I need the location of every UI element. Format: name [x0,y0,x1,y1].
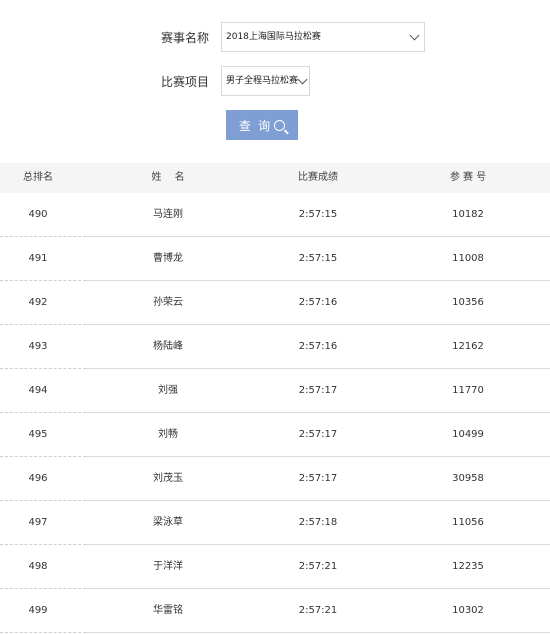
search-icon [274,120,286,131]
rank-cell: 499 [28,605,48,616]
table-row: 493 杨陆峰 2:57:16 12162 [0,325,550,369]
row-divider [86,632,550,633]
rank-cell: 492 [28,297,48,308]
name-cell: 孙荣云 [153,297,183,308]
table-row: 498 于洋洋 2:57:21 12235 [0,545,550,589]
category-filter-row: 比赛项目 男子全程马拉松赛 [0,66,550,98]
bib-cell: 10302 [452,605,484,616]
bib-cell: 10499 [452,429,484,440]
time-cell: 2:57:15 [298,209,338,220]
bib-cell: 11008 [452,253,484,264]
header-time: 比赛成绩 [298,172,338,183]
name-cell: 曹博龙 [153,253,183,264]
results-table-header: 总排名 姓 名 比赛成绩 参 赛 号 [0,163,550,193]
rank-cell: 498 [28,561,48,572]
time-cell: 2:57:21 [298,605,338,616]
rank-cell: 490 [28,209,48,220]
rank-cell: 497 [28,517,48,528]
rank-cell: 493 [28,341,48,352]
name-cell: 于洋洋 [153,561,183,572]
time-cell: 2:57:15 [298,253,338,264]
category-select-value: 男子全程马拉松赛 [226,76,299,86]
event-select-value: 2018上海国际马拉松赛 [226,32,321,42]
chevron-down-icon [297,67,308,95]
bib-cell: 10182 [452,209,484,220]
time-cell: 2:57:17 [298,385,338,396]
category-label: 比赛项目 [160,75,209,89]
time-cell: 2:57:18 [298,517,338,528]
bib-cell: 12235 [452,561,484,572]
table-row: 492 孙荣云 2:57:16 10356 [0,281,550,325]
time-cell: 2:57:17 [298,429,338,440]
name-cell: 刘茂玉 [153,473,183,484]
event-label: 赛事名称 [160,31,209,45]
search-button-label: 查 询 [238,119,273,133]
time-cell: 2:57:16 [298,341,338,352]
table-row: 497 梁泳草 2:57:18 11056 [0,501,550,545]
rank-cell: 495 [28,429,48,440]
header-bib: 参 赛 号 [449,172,487,183]
header-rank: 总排名 [23,172,53,183]
name-cell: 刘强 [158,385,178,396]
time-cell: 2:57:17 [298,473,338,484]
row-divider [0,632,86,633]
table-row: 494 刘强 2:57:17 11770 [0,369,550,413]
bib-cell: 11056 [452,517,484,528]
category-select[interactable]: 男子全程马拉松赛 [221,66,310,96]
name-cell: 梁泳草 [153,517,183,528]
time-cell: 2:57:16 [298,297,338,308]
table-row: 491 曹博龙 2:57:15 11008 [0,237,550,281]
time-cell: 2:57:21 [298,561,338,572]
bib-cell: 11770 [452,385,484,396]
name-cell: 马连刚 [153,209,183,220]
bib-cell: 30958 [452,473,484,484]
table-row: 495 刘畅 2:57:17 10499 [0,413,550,457]
rank-cell: 491 [28,253,48,264]
header-name: 姓 名 [151,172,185,183]
event-filter-row: 赛事名称 2018上海国际马拉松赛 [0,22,550,54]
name-cell: 杨陆峰 [153,341,183,352]
bib-cell: 12162 [452,341,484,352]
name-cell: 华雷铭 [153,605,183,616]
bib-cell: 10356 [452,297,484,308]
table-row: 499 华雷铭 2:57:21 10302 [0,589,550,633]
table-row: 496 刘茂玉 2:57:17 30958 [0,457,550,501]
rank-cell: 494 [28,385,48,396]
search-button[interactable]: 查 询 [226,110,298,140]
event-select[interactable]: 2018上海国际马拉松赛 [221,22,425,52]
chevron-down-icon [409,23,420,51]
name-cell: 刘畅 [158,429,178,440]
table-row: 490 马连刚 2:57:15 10182 [0,193,550,237]
rank-cell: 496 [28,473,48,484]
